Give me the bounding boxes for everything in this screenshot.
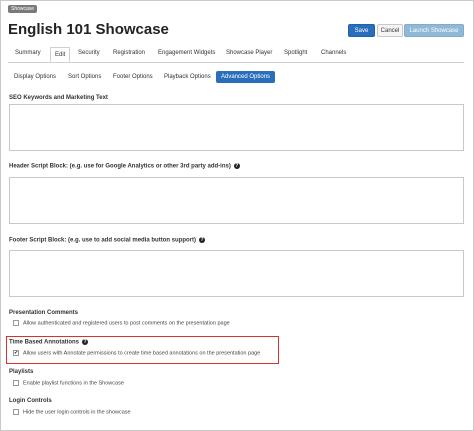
tab-engagement-widgets[interactable]: Engagement Widgets (158, 50, 215, 56)
page-title: English 101 Showcase (8, 21, 169, 38)
help-circle-icon[interactable]: ? (233, 163, 240, 169)
playlists-checkbox[interactable] (13, 380, 19, 386)
launch-showcase-button[interactable]: Launch Showcase (404, 24, 464, 37)
cancel-button[interactable]: Cancel (377, 24, 403, 37)
showcase-tag: Showcase (8, 5, 38, 13)
tab-summary[interactable]: Summary (15, 50, 41, 56)
seo-textarea[interactable] (9, 104, 464, 151)
tab-registration[interactable]: Registration (113, 50, 145, 56)
time-based-annotations-checkbox[interactable]: ✔ (13, 350, 19, 356)
login-controls-option-text: Hide the user login controls in the show… (23, 409, 131, 416)
subtab-sort-options[interactable]: Sort Options (68, 71, 101, 83)
time-based-annotations-label-text: Time Based Annotations (9, 339, 80, 346)
tab-channels[interactable]: Channels (321, 50, 346, 56)
tab-showcase-player[interactable]: Showcase Player (226, 50, 272, 56)
header-script-label-text: Header Script Block: (e.g. use for Googl… (9, 163, 231, 170)
subtab-advanced-options[interactable]: Advanced Options (216, 71, 276, 83)
header-script-label: Header Script Block: (e.g. use for Googl… (9, 163, 240, 170)
presentation-comments-label: Presentation Comments (9, 310, 79, 316)
tab-security[interactable]: Security (78, 50, 100, 56)
checkmark-icon: ✔ (14, 350, 19, 356)
help-circle-icon[interactable]: ? (199, 237, 206, 243)
seo-label: SEO Keywords and Marketing Text (9, 95, 108, 101)
tab-edit[interactable]: Edit (50, 47, 71, 62)
login-controls-label: Login Controls (9, 398, 52, 404)
footer-script-textarea[interactable] (9, 250, 464, 297)
playlists-option: Enable playlist functions in the Showcas… (13, 380, 124, 386)
subtab-playback-options[interactable]: Playback Options (164, 71, 211, 83)
login-controls-option: Hide the user login controls in the show… (13, 409, 131, 415)
save-button[interactable]: Save (348, 24, 375, 37)
time-based-annotations-option: ✔ Allow users with Annotate permissions t… (13, 350, 260, 356)
presentation-comments-option: Allow authenticated and registered users… (13, 320, 230, 326)
login-controls-checkbox[interactable] (13, 409, 19, 415)
main-tabs: Summary Edit Security Registration Engag… (8, 47, 464, 63)
time-based-annotations-label: Time Based Annotations? (9, 339, 89, 346)
tab-spotlight[interactable]: Spotlight (284, 50, 307, 56)
playlists-label: Playlists (9, 369, 34, 375)
time-based-annotations-option-text: Allow users with Annotate permissions to… (23, 350, 261, 357)
footer-script-label-text: Footer Script Block: (e.g. use to add so… (9, 237, 197, 244)
playlists-option-text: Enable playlist functions in the Showcas… (23, 380, 124, 387)
header-script-textarea[interactable] (9, 177, 464, 224)
help-circle-icon[interactable]: ? (82, 339, 89, 345)
subtab-display-options[interactable]: Display Options (14, 71, 56, 83)
presentation-comments-checkbox[interactable] (13, 320, 19, 326)
subtab-footer-options[interactable]: Footer Options (113, 71, 153, 83)
presentation-comments-option-text: Allow authenticated and registered users… (23, 320, 230, 327)
footer-script-label: Footer Script Block: (e.g. use to add so… (9, 237, 206, 244)
